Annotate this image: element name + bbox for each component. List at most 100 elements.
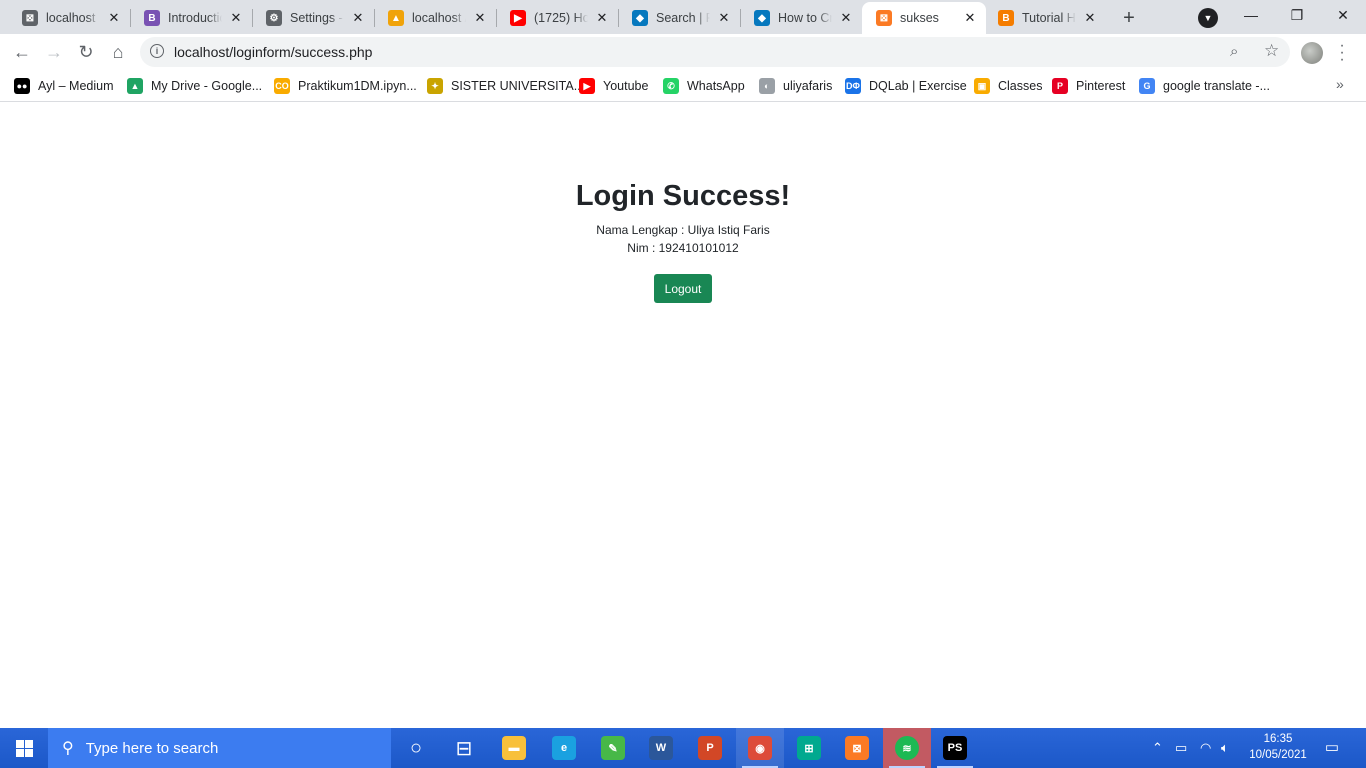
bookmark-label: Classes [998, 79, 1043, 93]
chrome-icon: ◉ [748, 736, 772, 760]
medium-icon: ●● [14, 78, 30, 94]
tab-2[interactable]: ⚙ Settings - G ✕ [252, 2, 374, 34]
bookmark-item[interactable]: ✆ WhatsApp [663, 76, 745, 96]
tab-close-icon[interactable]: ✕ [716, 10, 732, 26]
bookmark-item[interactable]: CO Praktikum1DM.ipyn... [274, 76, 417, 96]
windows-logo-icon [15, 739, 33, 757]
system-clock[interactable]: 16:35 10/05/2021 [1240, 731, 1316, 763]
more-bookmarks-icon[interactable]: » [1336, 76, 1344, 92]
volume-icon[interactable]: 🔈︎ [1221, 728, 1229, 768]
tab-close-icon[interactable]: ✕ [106, 10, 122, 26]
profile-avatar[interactable] [1301, 42, 1323, 64]
colab-icon: CO [274, 78, 290, 94]
tab-3[interactable]: ▲ localhost / ✕ [374, 2, 496, 34]
bookmark-label: Ayl – Medium [38, 79, 114, 93]
bookmark-item[interactable]: ▣ Classes [974, 76, 1042, 96]
bookmark-item[interactable]: P Pinterest [1052, 76, 1125, 96]
taskbar-app[interactable]: P [686, 728, 734, 768]
taskbar-app[interactable]: ▬ [490, 728, 538, 768]
taskbar-app[interactable]: PS [931, 728, 979, 768]
bookmark-item[interactable]: Ggoogle translate -... [1139, 76, 1270, 96]
word-icon: W [649, 736, 673, 760]
tab-6[interactable]: ◆ How to Cre ✕ [740, 2, 862, 34]
google-drive-icon: ▲ [127, 78, 143, 94]
site-info-icon[interactable]: i [150, 44, 164, 58]
back-button[interactable]: ← [8, 38, 36, 66]
tab-close-icon[interactable]: ✕ [350, 10, 366, 26]
taskbar-app[interactable]: ○ [392, 728, 440, 768]
tab-0[interactable]: ⊠ localhost ✕ [8, 2, 130, 34]
taskbar-app[interactable]: ⊟ [440, 728, 488, 768]
restore-button[interactable]: ❐ [1274, 0, 1320, 30]
bootstrap-icon: B [144, 10, 160, 26]
taskbar-app[interactable]: ◉ [736, 728, 784, 768]
bookmark-label: Pinterest [1076, 79, 1126, 93]
browser-menu-icon[interactable]: · · · [1336, 38, 1348, 68]
cortana-icon: ○ [409, 736, 423, 759]
zoom-icon[interactable]: ⌕ [1230, 43, 1238, 60]
tab-5[interactable]: ◆ Search | Fre ✕ [618, 2, 740, 34]
start-button[interactable] [0, 728, 48, 768]
wifi-icon[interactable]: ◠ [1200, 728, 1211, 768]
notification-icon[interactable]: ▭ [1320, 738, 1344, 758]
taskbar-search-box[interactable]: ⚲ Type here to search [48, 728, 391, 768]
taskbar-app[interactable]: ⊠ [833, 728, 881, 768]
tab-close-icon[interactable]: ✕ [838, 10, 854, 26]
bookmark-star-icon[interactable]: ☆ [1264, 41, 1279, 61]
address-bar[interactable]: i localhost/loginform/success.php ⌕ ☆ [140, 37, 1290, 67]
tab-search-button[interactable]: ▼ [1198, 8, 1218, 28]
network-app-icon: ⊞ [797, 736, 821, 760]
tab-close-icon[interactable]: ✕ [1082, 10, 1098, 26]
taskbar-app[interactable]: W [637, 728, 685, 768]
pinterest-icon: P [1052, 78, 1068, 94]
battery-icon[interactable]: ▭ [1175, 728, 1187, 768]
tab-title: Introduction [168, 11, 222, 25]
tab-8[interactable]: B Tutorial HT ✕ [984, 2, 1106, 34]
bookmark-item[interactable]: ◐ uliyafaris [759, 76, 832, 96]
clock-time: 16:35 [1263, 733, 1293, 745]
bookmark-item[interactable]: ●● Ayl – Medium [14, 76, 114, 96]
show-hidden-icons-icon[interactable]: ⌃ [1152, 728, 1163, 768]
url-text[interactable]: localhost/loginform/success.php [174, 44, 372, 60]
drupal-icon: ◆ [632, 10, 648, 26]
tab-close-icon[interactable]: ✕ [594, 10, 610, 26]
taskbar-app[interactable]: ⊞ [785, 728, 833, 768]
bookmark-label: SISTER UNIVERSITA... [451, 79, 585, 93]
new-tab-button[interactable]: + [1116, 5, 1142, 31]
tab-7[interactable]: ⊠ sukses ✕ [862, 2, 986, 34]
taskbar-app[interactable]: e [540, 728, 588, 768]
bookmark-item[interactable]: DΦ DQLab | Exercise [845, 76, 967, 96]
bookmark-item[interactable]: ▶ Youtube [579, 76, 648, 96]
bookmark-item[interactable]: ✦ SISTER UNIVERSITA... [427, 76, 584, 96]
github-icon: ◐ [759, 78, 775, 94]
tab-title: How to Cre [778, 11, 832, 25]
reload-button[interactable]: ↻ [72, 38, 100, 66]
bookmark-label: My Drive - Google... [151, 79, 263, 93]
bookmark-label: google translate -... [1163, 79, 1271, 93]
logout-button[interactable]: Logout [654, 274, 712, 303]
bookmark-item[interactable]: ▲ My Drive - Google... [127, 76, 262, 96]
tab-close-icon[interactable]: ✕ [472, 10, 488, 26]
taskbar-app[interactable]: ✎ [589, 728, 637, 768]
powerpoint-icon: P [698, 736, 722, 760]
xampp-icon: ⊠ [22, 10, 38, 26]
phpstorm-icon: PS [943, 736, 967, 760]
tab-strip: ⊠localhost✕BIntroduction✕⚙Settings - G✕▲… [0, 0, 1366, 34]
forward-button[interactable]: → [40, 38, 68, 66]
tab-4[interactable]: ▶ (1725) How ✕ [496, 2, 618, 34]
file-explorer-icon: ▬ [502, 736, 526, 760]
university-icon: ✦ [427, 78, 443, 94]
taskbar-app[interactable]: ≋ [883, 728, 931, 768]
tab-title: (1725) How [534, 11, 588, 25]
tab-close-icon[interactable]: ✕ [962, 10, 978, 26]
bookmark-label: DQLab | Exercise [869, 79, 967, 93]
xampp-icon: ⊠ [876, 10, 892, 26]
phpmyadmin-icon: ▲ [388, 10, 404, 26]
tab-close-icon[interactable]: ✕ [228, 10, 244, 26]
home-button[interactable]: ⌂ [104, 38, 132, 66]
tab-1[interactable]: B Introduction ✕ [130, 2, 252, 34]
minimize-button[interactable]: — [1228, 0, 1274, 30]
full-name-text: Nama Lengkap : Uliya Istiq Faris [596, 223, 770, 237]
dqlab-icon: DΦ [845, 78, 861, 94]
close-window-button[interactable]: ✕ [1320, 0, 1366, 30]
